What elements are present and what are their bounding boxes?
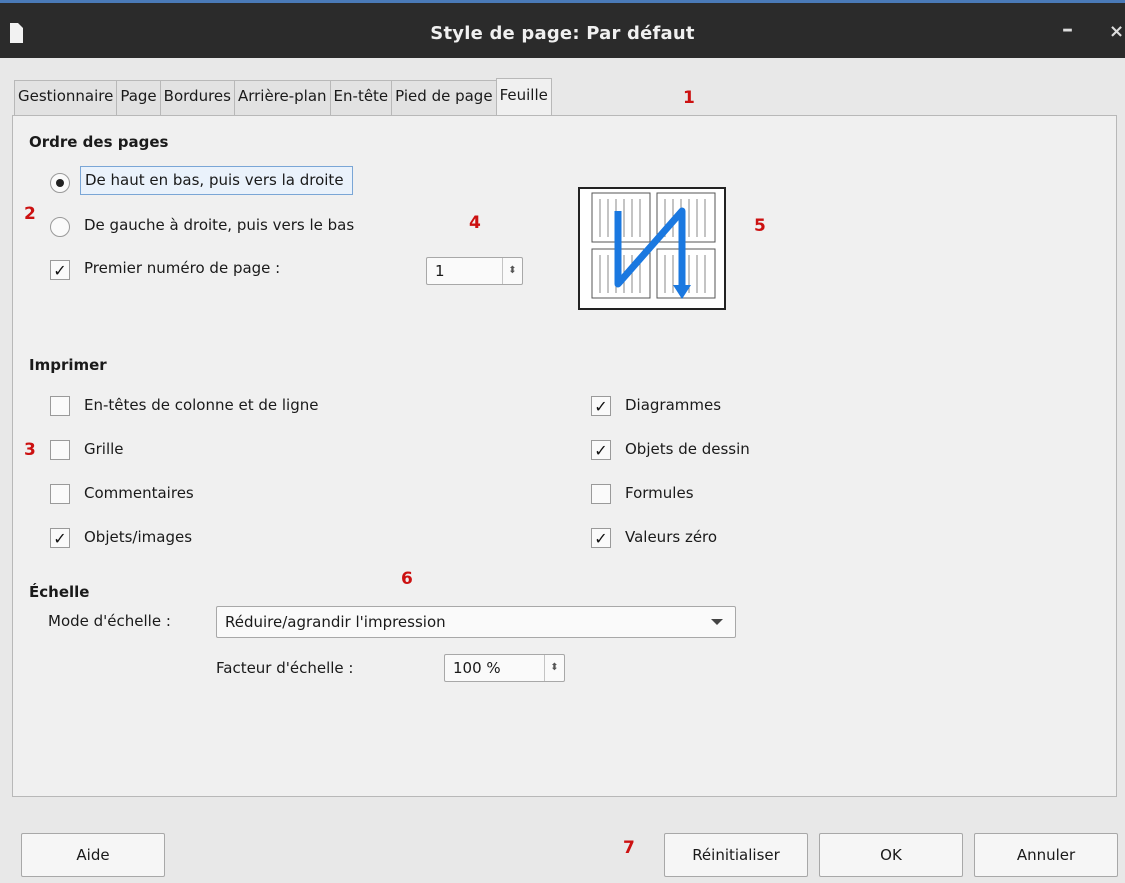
tab-pied-de-page[interactable]: Pied de page xyxy=(391,80,497,116)
spin-arrows-icon[interactable]: ⬍ xyxy=(544,655,564,681)
checkbox-zero-values[interactable]: ✓ xyxy=(591,528,611,548)
print-title: Imprimer xyxy=(29,356,107,374)
reset-button[interactable]: Réinitialiser xyxy=(664,833,808,877)
marker-4: 4 xyxy=(469,213,481,233)
tab-arriere-plan[interactable]: Arrière-plan xyxy=(233,80,331,116)
page-order-diagram xyxy=(591,192,716,299)
label-formulas: Formules xyxy=(625,484,694,502)
label-headers: En-têtes de colonne et de ligne xyxy=(84,396,319,414)
close-button[interactable]: × xyxy=(1109,21,1124,42)
label-drawing-objects: Objets de dessin xyxy=(625,440,750,458)
checkbox-drawing-objects[interactable]: ✓ xyxy=(591,440,611,460)
checkbox-comments[interactable] xyxy=(50,484,70,504)
checkbox-first-page[interactable]: ✓ xyxy=(50,260,70,280)
checkbox-formulas[interactable] xyxy=(591,484,611,504)
scale-mode-dropdown[interactable]: Réduire/agrandir l'impression xyxy=(216,606,736,638)
first-page-spinbox[interactable]: 1 ⬍ xyxy=(426,257,523,285)
help-button[interactable]: Aide xyxy=(21,833,165,877)
marker-6: 6 xyxy=(401,569,413,589)
tab-feuille[interactable]: Feuille xyxy=(495,78,552,116)
marker-2: 2 xyxy=(24,204,36,224)
chevron-down-icon[interactable] xyxy=(711,619,723,625)
minimize-button[interactable]: – xyxy=(1062,17,1073,42)
checkbox-headers[interactable] xyxy=(50,396,70,416)
label-objects-images: Objets/images xyxy=(84,528,193,546)
window-title: Style de page: Par défaut xyxy=(430,23,695,44)
scale-factor-label: Facteur d'échelle : xyxy=(216,659,354,677)
scale-factor-value[interactable]: 100 % xyxy=(453,659,501,677)
marker-3: 3 xyxy=(24,440,36,460)
marker-5: 5 xyxy=(754,216,766,236)
label-top-to-bottom[interactable]: De haut en bas, puis vers la droite xyxy=(80,166,353,195)
marker-1: 1 xyxy=(683,88,695,108)
label-zero-values: Valeurs zéro xyxy=(625,528,718,546)
scale-mode-value[interactable]: Réduire/agrandir l'impression xyxy=(225,613,446,631)
page-order-preview xyxy=(578,187,726,310)
tab-gestionnaire[interactable]: Gestionnaire xyxy=(14,80,118,116)
sheet-panel: Ordre des pages De haut en bas, puis ver… xyxy=(12,115,1117,797)
spin-arrows-icon[interactable]: ⬍ xyxy=(502,258,522,284)
checkbox-charts[interactable]: ✓ xyxy=(591,396,611,416)
scale-title: Échelle xyxy=(29,583,90,601)
tab-en-tete[interactable]: En-tête xyxy=(329,80,393,116)
radio-top-to-bottom[interactable] xyxy=(50,173,70,193)
page-order-title: Ordre des pages xyxy=(29,133,169,151)
title-bar: Style de page: Par défaut – × xyxy=(0,0,1125,58)
scale-mode-label: Mode d'échelle : xyxy=(48,612,171,630)
label-comments: Commentaires xyxy=(84,484,194,502)
first-page-value[interactable]: 1 xyxy=(435,262,445,280)
cancel-button[interactable]: Annuler xyxy=(974,833,1118,877)
label-left-to-right[interactable]: De gauche à droite, puis vers le bas xyxy=(84,216,354,234)
ok-button[interactable]: OK xyxy=(819,833,963,877)
marker-7: 7 xyxy=(623,838,635,858)
checkbox-grid[interactable] xyxy=(50,440,70,460)
tab-page[interactable]: Page xyxy=(116,80,161,116)
radio-left-to-right[interactable] xyxy=(50,217,70,237)
checkbox-objects-images[interactable]: ✓ xyxy=(50,528,70,548)
label-charts: Diagrammes xyxy=(625,396,722,414)
label-first-page: Premier numéro de page : xyxy=(84,259,281,277)
label-grid: Grille xyxy=(84,440,124,458)
tab-bordures[interactable]: Bordures xyxy=(159,80,235,116)
tab-bar: Gestionnaire Page Bordures Arrière-plan … xyxy=(14,78,552,116)
scale-factor-spinbox[interactable]: 100 % ⬍ xyxy=(444,654,565,682)
